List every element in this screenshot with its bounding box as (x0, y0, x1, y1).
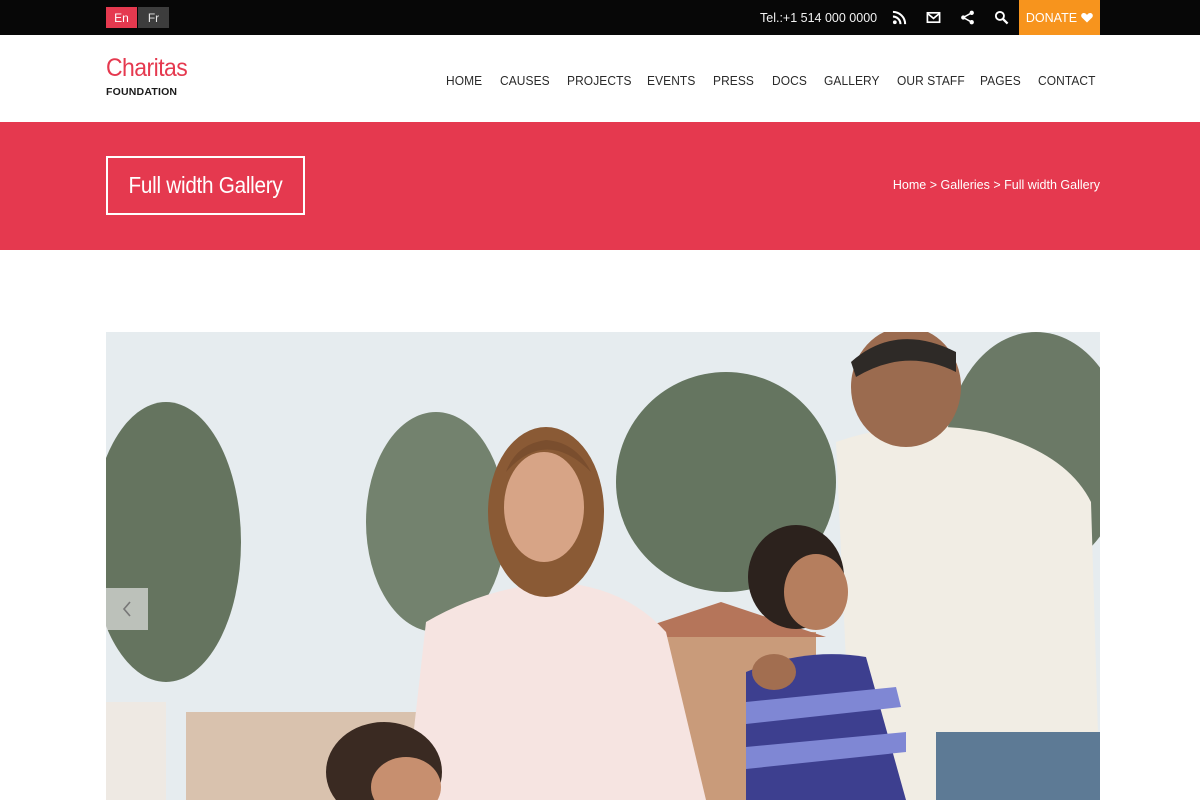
search-icon[interactable] (987, 0, 1015, 35)
page-title-band: Full width Gallery Home > Galleries > Fu… (0, 122, 1200, 250)
donate-label: DONATE (1025, 10, 1078, 25)
language-en-button[interactable]: En (106, 7, 137, 28)
breadcrumb-separator: > (993, 178, 1001, 192)
nav-our-staff[interactable]: OUR STAFF (897, 35, 965, 122)
gallery-prev-button[interactable] (106, 588, 148, 630)
nav-press[interactable]: PRESS (713, 35, 754, 122)
nav-docs[interactable]: DOCS (772, 35, 807, 122)
breadcrumb-galleries[interactable]: Galleries (941, 178, 990, 192)
top-bar: En Fr Tel.:+1 514 000 0000 DONATE (0, 0, 1200, 35)
mail-icon[interactable] (919, 0, 947, 35)
brand-name[interactable]: Charitas (106, 54, 188, 83)
breadcrumb: Home > Galleries > Full width Gallery (893, 178, 1100, 192)
breadcrumb-current: Full width Gallery (1004, 178, 1100, 192)
heart-icon (1081, 13, 1093, 23)
nav-contact[interactable]: CONTACT (1038, 35, 1096, 122)
breadcrumb-home[interactable]: Home (893, 178, 926, 192)
nav-home[interactable]: HOME (446, 35, 482, 122)
page-title: Full width Gallery (128, 172, 283, 198)
language-fr-button[interactable]: Fr (138, 7, 169, 28)
site-header: Charitas FOUNDATION HOME CAUSES PROJECTS… (0, 35, 1200, 122)
breadcrumb-separator: > (929, 178, 938, 192)
nav-gallery[interactable]: GALLERY (824, 35, 880, 122)
chevron-left-icon (122, 601, 131, 617)
page-title-box: Full width Gallery (106, 156, 305, 215)
nav-causes[interactable]: CAUSES (500, 35, 550, 122)
family-photo (106, 332, 1100, 800)
nav-projects[interactable]: PROJECTS (567, 35, 632, 122)
nav-events[interactable]: EVENTS (647, 35, 695, 122)
nav-pages[interactable]: PAGES (980, 35, 1021, 122)
phone-number: Tel.:+1 514 000 0000 (760, 11, 878, 25)
donate-button[interactable]: DONATE (1019, 0, 1100, 35)
rss-icon[interactable] (885, 0, 913, 35)
brand-tagline: FOUNDATION (106, 86, 178, 98)
share-icon[interactable] (953, 0, 981, 35)
